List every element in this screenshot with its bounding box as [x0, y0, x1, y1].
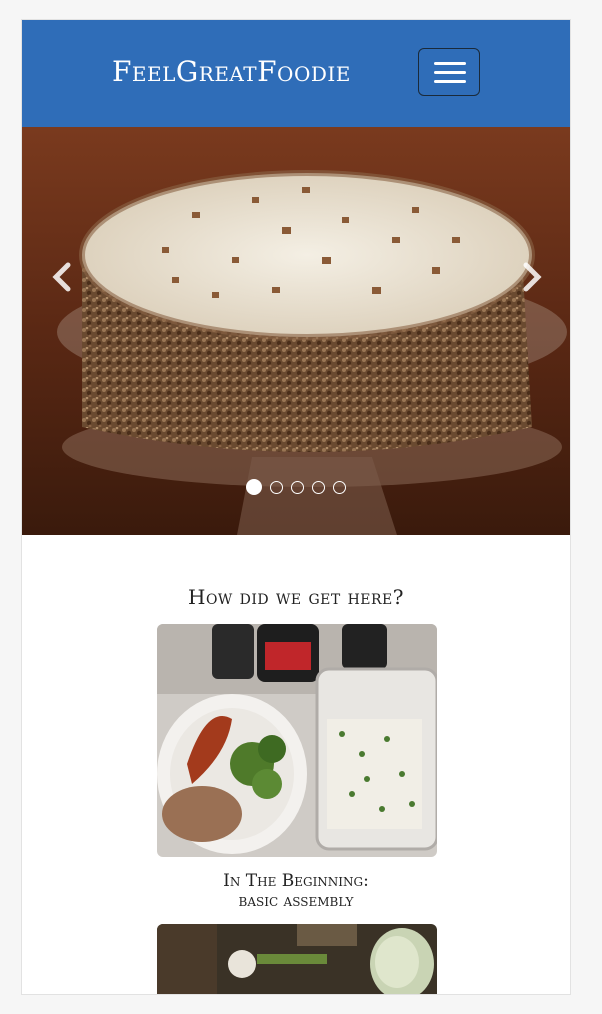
carousel-next-button[interactable]: [510, 257, 550, 297]
image-carousel[interactable]: [22, 127, 570, 535]
carousel-indicators: [22, 479, 570, 495]
carousel-indicator-5[interactable]: [333, 481, 346, 494]
hamburger-menu-icon: [434, 62, 466, 65]
section-title: How did we get here?: [188, 585, 404, 609]
card-image-second[interactable]: [157, 924, 437, 994]
card-caption-line-2: basic assembly: [238, 891, 354, 911]
carousel-indicator-3[interactable]: [291, 481, 304, 494]
navbar: FeelGreatFoodie: [22, 20, 570, 127]
carousel-prev-button[interactable]: [44, 257, 84, 297]
chevron-right-icon: [523, 262, 542, 292]
chevron-left-icon: [52, 262, 71, 292]
brand-logo-text[interactable]: FeelGreatFoodie: [112, 58, 351, 86]
carousel-indicator-4[interactable]: [312, 481, 325, 494]
carousel-indicator-2[interactable]: [270, 481, 283, 494]
card-image-beginning[interactable]: [157, 624, 437, 857]
carousel-slide-image: [22, 127, 570, 535]
carousel-indicator-1[interactable]: [246, 479, 262, 495]
card-caption[interactable]: In The Beginning: basic assembly: [22, 871, 570, 911]
hamburger-menu-button[interactable]: [418, 48, 480, 96]
card-caption-line-1: In The Beginning:: [223, 871, 369, 891]
page-frame: FeelGreatFoodie How did we get here? In …: [21, 19, 571, 995]
